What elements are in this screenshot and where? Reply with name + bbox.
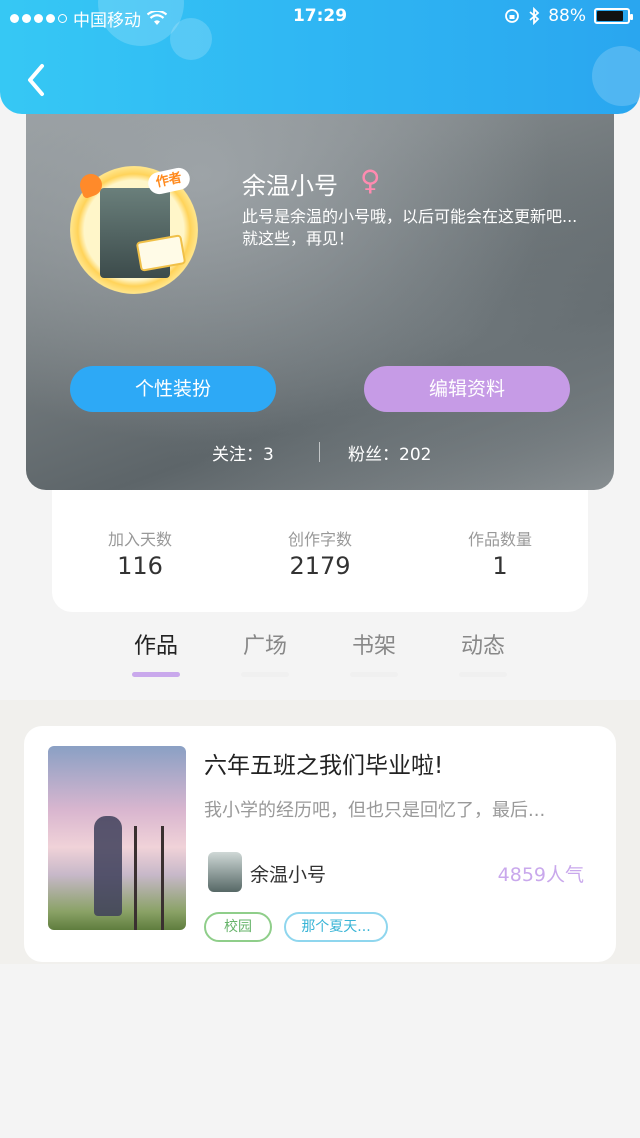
- tab-indicator: [241, 672, 289, 677]
- tab-label: 作品: [133, 634, 178, 659]
- battery-label: 88%: [548, 6, 586, 26]
- tab-label: 书架: [351, 634, 396, 659]
- tab-indicator: [350, 672, 398, 677]
- following-count[interactable]: 关注：3: [212, 440, 274, 465]
- stat-label: 加入天数: [107, 530, 172, 549]
- top-header: 中国移动 17:29 88%: [0, 0, 640, 114]
- bluetooth-icon: [529, 7, 540, 25]
- tab-label: 动态: [460, 634, 505, 659]
- tab-bookshelf[interactable]: 书架: [344, 628, 404, 677]
- stat-value: 2179: [289, 552, 351, 580]
- profile-card: 作者 余温小号 ♀ 此号是余温的小号哦，以后可能会在这更新吧...就这些，再见！…: [26, 96, 614, 490]
- status-right: 88%: [504, 6, 633, 26]
- tag-chip[interactable]: 那个夏天...: [284, 912, 388, 942]
- followers-count[interactable]: 粉丝：202: [348, 440, 431, 465]
- stat-join-days: 加入天数 116: [60, 526, 220, 580]
- tab-square[interactable]: 广场: [235, 628, 295, 677]
- book-cover[interactable]: [48, 746, 186, 930]
- stat-word-count: 创作字数 2179: [240, 526, 400, 580]
- tab-indicator: [132, 672, 180, 677]
- tab-works[interactable]: 作品: [126, 628, 186, 677]
- tab-bar: 作品 广场 书架 动态: [0, 628, 640, 686]
- author-avatar: [208, 852, 242, 892]
- back-button[interactable]: [20, 58, 56, 102]
- tag-chip[interactable]: 校园: [204, 912, 272, 942]
- stat-label: 创作字数: [287, 530, 352, 549]
- username: 余温小号: [242, 172, 338, 200]
- stat-works-count: 作品数量 1: [420, 526, 580, 580]
- status-bar: 中国移动 17:29 88%: [0, 0, 640, 34]
- cover-easel: [134, 826, 164, 930]
- work-title[interactable]: 六年五班之我们毕业啦!: [204, 746, 443, 780]
- decorative-bubble: [592, 46, 640, 106]
- profile-bio: 此号是余温的小号哦，以后可能会在这更新吧...就这些，再见！: [242, 207, 578, 248]
- stats-card: 加入天数 116 创作字数 2179 作品数量 1: [52, 470, 588, 612]
- work-description: 我小学的经历吧，但也只是回忆了，最后...: [204, 800, 546, 821]
- stat-value: 1: [492, 552, 508, 580]
- cover-figure: [94, 816, 122, 916]
- popularity-count: 4859人气: [497, 864, 584, 886]
- battery-icon: [594, 8, 633, 24]
- work-card[interactable]: 六年五班之我们毕业啦! 我小学的经历吧，但也只是回忆了，最后... 余温小号 4…: [24, 726, 616, 962]
- chevron-left-icon: [28, 64, 44, 96]
- author-name: 余温小号: [250, 864, 327, 886]
- dress-up-button[interactable]: 个性装扮: [70, 366, 276, 412]
- tab-indicator: [459, 672, 507, 677]
- female-icon: ♀: [360, 164, 381, 197]
- tab-label: 广场: [242, 634, 287, 659]
- stat-label: 作品数量: [467, 530, 532, 549]
- tab-activity[interactable]: 动态: [453, 628, 513, 677]
- divider: [319, 442, 320, 462]
- battery-fill: [597, 11, 624, 21]
- edit-profile-button[interactable]: 编辑资料: [364, 366, 570, 412]
- stat-value: 116: [117, 552, 163, 580]
- rotation-lock-icon: [505, 9, 520, 23]
